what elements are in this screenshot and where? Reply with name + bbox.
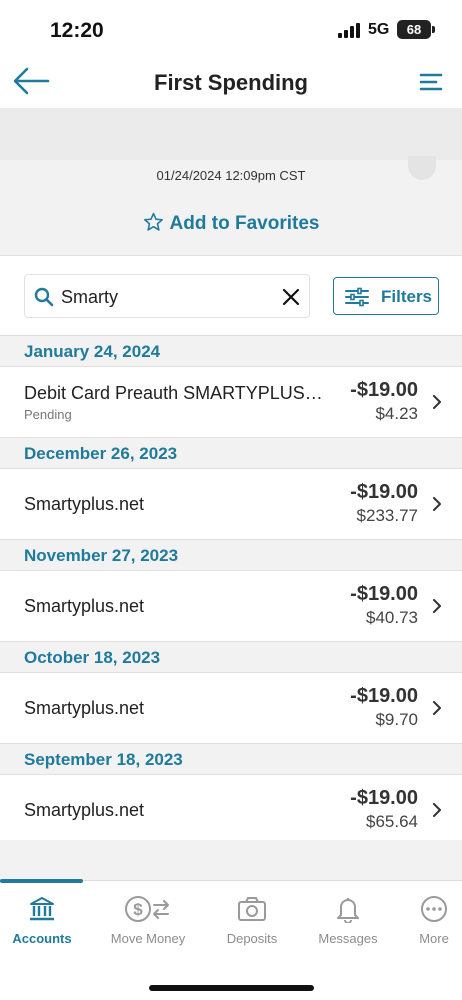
tab-label: Accounts: [12, 931, 72, 946]
running-balance: $40.73: [366, 608, 418, 627]
account-summary-panel: 01/24/2024 12:09pm CST Add to Favorites: [0, 108, 462, 256]
search-input[interactable]: [61, 284, 271, 310]
transaction-name: Smartyplus.net: [24, 596, 145, 616]
status-time: 12:20: [50, 19, 104, 42]
running-balance: $233.77: [356, 506, 418, 525]
tab-label: Messages: [318, 931, 378, 946]
svg-text:$: $: [133, 900, 143, 919]
bottom-tab-bar: Accounts $ Move Money Deposits Messages: [0, 879, 462, 1000]
transfer-money-icon: $: [125, 896, 169, 922]
transaction-name: Smartyplus.net: [24, 698, 145, 718]
transaction-name: Smartyplus.net: [24, 494, 145, 514]
transaction-amount: -$19.00: [350, 685, 418, 707]
last-updated-timestamp: 01/24/2024 12:09pm CST: [156, 168, 306, 183]
chevron-right-icon: [433, 701, 441, 715]
date-header: December 26, 2023: [0, 438, 462, 469]
transaction-row[interactable]: Smartyplus.net -$19.00 $40.73: [0, 571, 462, 642]
active-tab-indicator: [0, 879, 83, 883]
search-icon: [34, 287, 54, 307]
hamburger-menu-icon[interactable]: [418, 70, 444, 94]
battery-cap: [432, 26, 435, 33]
tab-label: Deposits: [226, 931, 278, 946]
transaction-amount: -$19.00: [350, 379, 418, 401]
transaction-amount: -$19.00: [350, 481, 418, 503]
transaction-amount: -$19.00: [350, 583, 418, 605]
add-to-favorites-button[interactable]: Add to Favorites: [0, 212, 462, 235]
date-header: November 27, 2023: [0, 540, 462, 571]
network-type: 5G: [368, 21, 390, 38]
filters-label: Filters: [381, 287, 433, 306]
home-indicator: [149, 985, 314, 991]
tab-label: Move Money: [110, 931, 186, 946]
transaction-list: January 24, 2024 Debit Card Preauth SMAR…: [0, 336, 462, 846]
sliders-icon: [345, 287, 369, 307]
transaction-status: Pending: [24, 407, 72, 422]
tab-label: More: [419, 931, 449, 946]
add-to-favorites-label: Add to Favorites: [169, 213, 320, 234]
tab-messages[interactable]: Messages: [302, 895, 394, 946]
tab-accounts[interactable]: Accounts: [0, 895, 88, 946]
date-header: October 18, 2023: [0, 642, 462, 673]
clear-search-icon[interactable]: [281, 287, 301, 307]
account-panel-band: [0, 108, 462, 160]
transaction-row[interactable]: Smartyplus.net -$19.00 $65.64: [0, 775, 462, 846]
search-box[interactable]: [24, 274, 310, 318]
tab-deposits[interactable]: Deposits: [206, 895, 298, 946]
transaction-amount: -$19.00: [350, 787, 418, 809]
transaction-row[interactable]: Debit Card Preauth SMARTYPLUS… Pending -…: [0, 367, 462, 438]
cellular-signal-icon: [338, 23, 360, 38]
header: First Spending: [0, 56, 462, 108]
running-balance: $4.23: [375, 404, 418, 423]
chevron-right-icon: [433, 395, 441, 409]
date-header: January 24, 2024: [0, 336, 462, 367]
filters-button[interactable]: Filters: [333, 277, 439, 315]
date-header: September 18, 2023: [0, 744, 462, 775]
transaction-name: Debit Card Preauth SMARTYPLUS…: [24, 383, 323, 403]
chevron-right-icon: [433, 599, 441, 613]
search-filter-bar: Filters: [0, 256, 462, 336]
star-icon: [143, 212, 163, 231]
battery-icon: 68: [397, 20, 431, 39]
transaction-row[interactable]: Smartyplus.net -$19.00 $233.77: [0, 469, 462, 540]
running-balance: $65.64: [366, 812, 418, 831]
status-bar: 12:20 5G 68: [0, 0, 462, 56]
bell-icon: [337, 898, 359, 923]
tab-move-money[interactable]: $ Move Money: [102, 895, 194, 946]
page-title: First Spending: [154, 70, 308, 95]
transaction-name: Smartyplus.net: [24, 800, 145, 820]
transaction-row[interactable]: Smartyplus.net -$19.00 $9.70: [0, 673, 462, 744]
chevron-right-icon: [433, 497, 441, 511]
bank-icon: [30, 897, 54, 921]
list-end-spacer: [0, 840, 462, 880]
chevron-right-icon: [433, 803, 441, 817]
more-dots-icon: [421, 896, 447, 922]
running-balance: $9.70: [375, 710, 418, 729]
tab-more[interactable]: More: [388, 895, 462, 946]
camera-icon: [238, 897, 266, 921]
